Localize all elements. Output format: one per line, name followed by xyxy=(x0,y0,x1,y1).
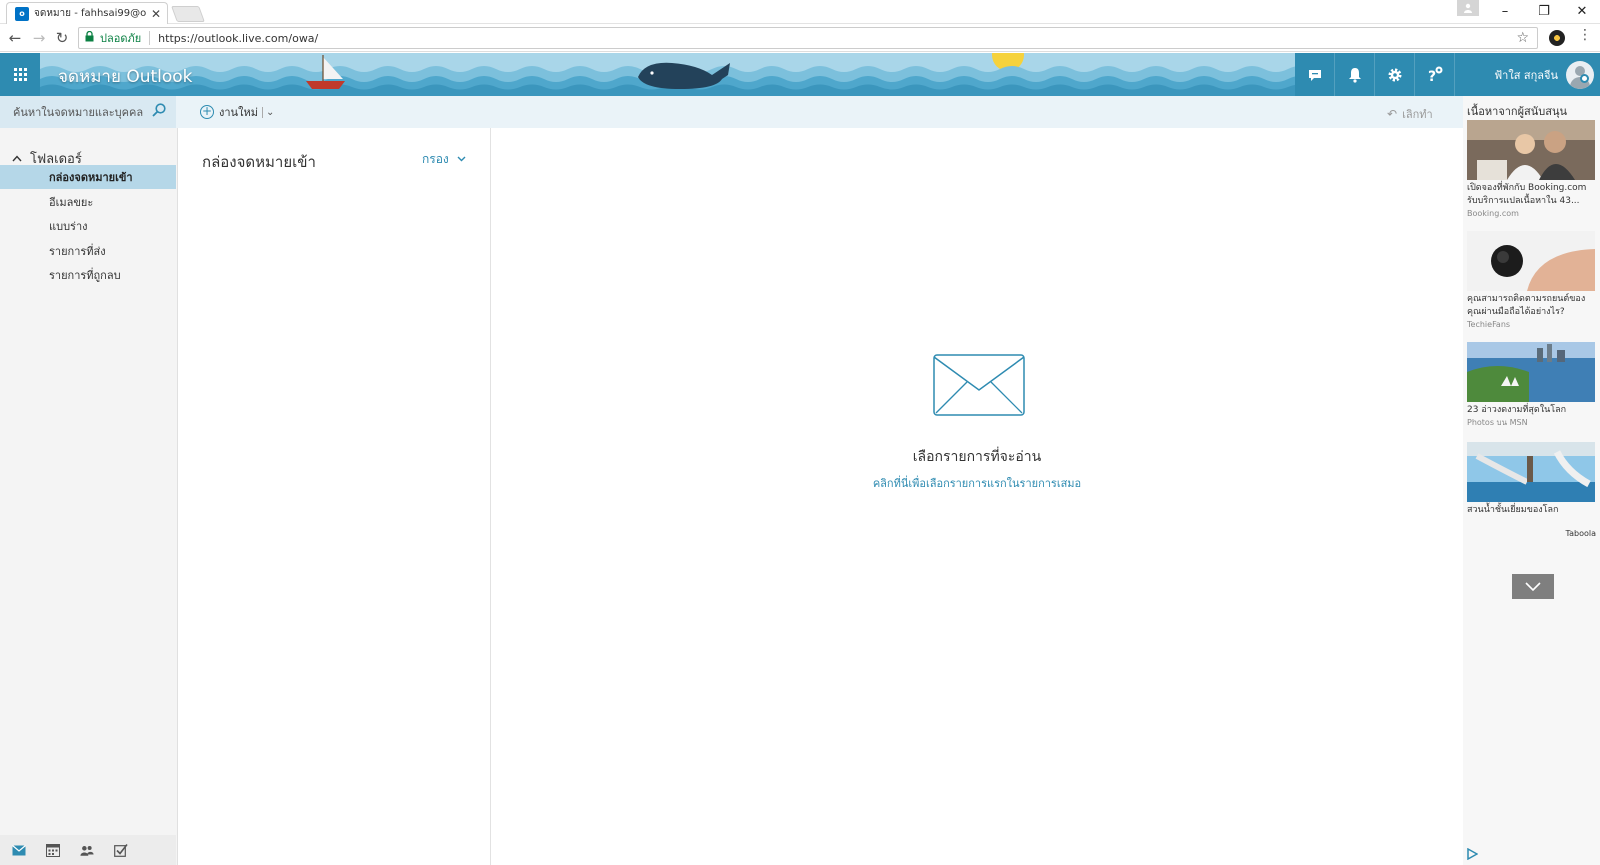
restore-window-icon[interactable]: ❐ xyxy=(1526,0,1562,22)
app-launcher-icon xyxy=(13,68,27,81)
ad-image-waterpark xyxy=(1467,442,1595,502)
new-item-button[interactable]: + งานใหม่ ⌄ xyxy=(200,103,274,121)
browser-profile-icon[interactable] xyxy=(1457,0,1479,16)
help-button[interactable]: ? xyxy=(1415,53,1455,96)
avatar xyxy=(1566,60,1594,89)
ad-caption: คุณสามารถติดตามรถยนต์ของคุณผ่านมือถือได้… xyxy=(1467,294,1586,317)
presence-status-icon xyxy=(1580,73,1589,83)
ad-card[interactable]: สวนน้ำชั้นเยี่ยมของโลก xyxy=(1467,442,1595,517)
folder-item-sent[interactable]: รายการที่ส่ง xyxy=(0,239,176,263)
undo-icon: ↶ xyxy=(1387,107,1398,121)
address-bar[interactable]: ปลอดภัย https://outlook.live.com/owa/ ☆ xyxy=(78,27,1538,49)
browser-extension-icon[interactable] xyxy=(1549,30,1565,46)
tab-title: จดหมาย - fahhsai99@out xyxy=(34,8,147,19)
select-first-item-link[interactable]: คลิกที่นี่เพื่อเลือกรายการแรกในรายการเสม… xyxy=(491,474,1463,492)
browser-toolbar: ← → ↻ ปลอดภัย https://outlook.live.com/o… xyxy=(0,24,1600,52)
reading-pane: เลือกรายการที่จะอ่าน คลิกที่นี่เพื่อเลือ… xyxy=(491,128,1463,865)
ad-rail: เนื้อหาจากผู้สนับสนุน เปิดจองที่พักกับ B… xyxy=(1463,96,1600,865)
ad-source: Booking.com xyxy=(1467,209,1519,218)
lock-icon xyxy=(85,30,94,45)
ad-card[interactable]: 23 อ่าวงดงามที่สุดในโลก Photos บน MSN xyxy=(1467,342,1595,428)
ad-caption: สวนน้ำชั้นเยี่ยมของโลก xyxy=(1467,505,1559,515)
skype-chat-button[interactable] xyxy=(1295,53,1335,96)
new-item-label: งานใหม่ xyxy=(219,106,258,119)
chevron-down-icon xyxy=(457,155,466,165)
calendar-icon[interactable] xyxy=(46,843,60,857)
ad-more-button[interactable] xyxy=(1512,574,1554,599)
ad-caption: เปิดจองที่พักกับ Booking.com รับบริการแป… xyxy=(1467,183,1587,206)
ad-card[interactable]: คุณสามารถติดตามรถยนต์ของคุณผ่านมือถือได้… xyxy=(1467,231,1595,330)
chevron-down-icon[interactable]: ⌄ xyxy=(261,106,274,118)
folder-item-junk[interactable]: อีเมลขยะ xyxy=(0,190,176,214)
gear-icon xyxy=(1388,68,1401,81)
command-bar: ค้นหาในจดหมายและบุคคล + งานใหม่ ⌄ ↶ เลิก… xyxy=(0,96,1463,128)
message-list-title: กล่องจดหมายเข้า xyxy=(202,153,316,171)
ad-card[interactable]: เปิดจองที่พักกับ Booking.com รับบริการแป… xyxy=(1467,120,1595,219)
tasks-checkbox-icon[interactable] xyxy=(114,843,128,857)
undo-button[interactable]: ↶ เลิกทำ xyxy=(1387,105,1433,123)
app-launcher-button[interactable] xyxy=(0,53,40,96)
chevron-up-icon xyxy=(12,152,22,165)
search-input[interactable]: ค้นหาในจดหมายและบุคคล xyxy=(13,103,152,121)
search-icon[interactable] xyxy=(152,103,166,121)
browser-tabstrip: o จดหมาย - fahhsai99@out ✕ – ❐ ✕ xyxy=(0,0,1600,24)
address-url[interactable]: https://outlook.live.com/owa/ xyxy=(158,32,318,45)
taboola-brand-label[interactable]: Taboola xyxy=(1566,529,1596,538)
account-manager[interactable]: ฟ้าใส สกุลจีน xyxy=(1455,53,1600,96)
adchoices-icon[interactable] xyxy=(1467,847,1479,863)
ad-source: Photos บน MSN xyxy=(1467,418,1528,427)
header-actions: ? ฟ้าใส สกุลจีน xyxy=(1295,53,1600,96)
chat-bubble-icon xyxy=(1308,69,1321,81)
undo-label: เลิกทำ xyxy=(1402,108,1433,121)
folder-item-drafts[interactable]: แบบร่าง xyxy=(0,214,176,238)
new-tab-button[interactable] xyxy=(171,6,205,22)
people-icon[interactable] xyxy=(80,843,94,857)
message-list: กล่องจดหมายเข้า กรอง xyxy=(178,128,491,865)
folder-pane: โฟลเดอร์ กล่องจดหมายเข้า อีเมลขยะ แบบร่า… xyxy=(0,128,178,865)
folder-item-deleted[interactable]: รายการที่ถูกลบ xyxy=(0,263,176,287)
filter-button[interactable]: กรอง xyxy=(422,150,466,169)
browser-tab[interactable]: o จดหมาย - fahhsai99@out ✕ xyxy=(6,2,168,24)
mail-icon[interactable] xyxy=(12,843,26,857)
svg-text:?: ? xyxy=(1428,69,1436,84)
notifications-button[interactable] xyxy=(1335,53,1375,96)
filter-label: กรอง xyxy=(422,152,449,166)
ocean-theme-art xyxy=(40,53,1295,96)
ad-image-harbour xyxy=(1467,342,1595,402)
browser-menu-icon[interactable]: ⋮ xyxy=(1578,27,1592,43)
help-question-icon: ? xyxy=(1428,66,1442,84)
ad-rail-header: เนื้อหาจากผู้สนับสนุน xyxy=(1467,105,1568,118)
search-box[interactable]: ค้นหาในจดหมายและบุคคล xyxy=(0,96,176,128)
forward-arrow-icon[interactable]: → xyxy=(28,27,50,49)
back-arrow-icon[interactable]: ← xyxy=(4,27,26,49)
plus-circle-icon: + xyxy=(200,104,214,119)
secure-label: ปลอดภัย xyxy=(100,32,142,45)
module-switcher xyxy=(0,835,176,865)
outlook-header: จดหมาย Outlook ? ฟ้าใส สกุลจีน xyxy=(0,53,1600,96)
folder-item-inbox[interactable]: กล่องจดหมายเข้า xyxy=(0,165,176,189)
minimize-window-icon[interactable]: – xyxy=(1487,0,1523,22)
header-theme-banner: จดหมาย Outlook xyxy=(40,53,1295,96)
app-brand-title[interactable]: จดหมาย Outlook xyxy=(58,63,193,90)
tab-close-icon[interactable]: ✕ xyxy=(151,7,161,21)
reload-icon[interactable]: ↻ xyxy=(51,27,73,49)
empty-state-title: เลือกรายการที่จะอ่าน xyxy=(912,449,1042,465)
chevron-down-icon xyxy=(1525,582,1541,591)
settings-button[interactable] xyxy=(1375,53,1415,96)
close-window-icon[interactable]: ✕ xyxy=(1564,0,1600,22)
address-divider xyxy=(149,31,151,45)
ad-source: TechieFans xyxy=(1467,320,1511,329)
bell-icon xyxy=(1348,67,1361,83)
ad-image-tracker xyxy=(1467,231,1595,291)
ad-caption: 23 อ่าวงดงามที่สุดในโลก xyxy=(1467,405,1567,415)
outlook-favicon-icon: o xyxy=(15,6,29,21)
user-name: ฟ้าใส สกุลจีน xyxy=(1494,68,1558,82)
bookmark-star-icon[interactable]: ☆ xyxy=(1516,30,1529,46)
envelope-icon xyxy=(933,354,1025,419)
ad-image-couple xyxy=(1467,120,1595,180)
